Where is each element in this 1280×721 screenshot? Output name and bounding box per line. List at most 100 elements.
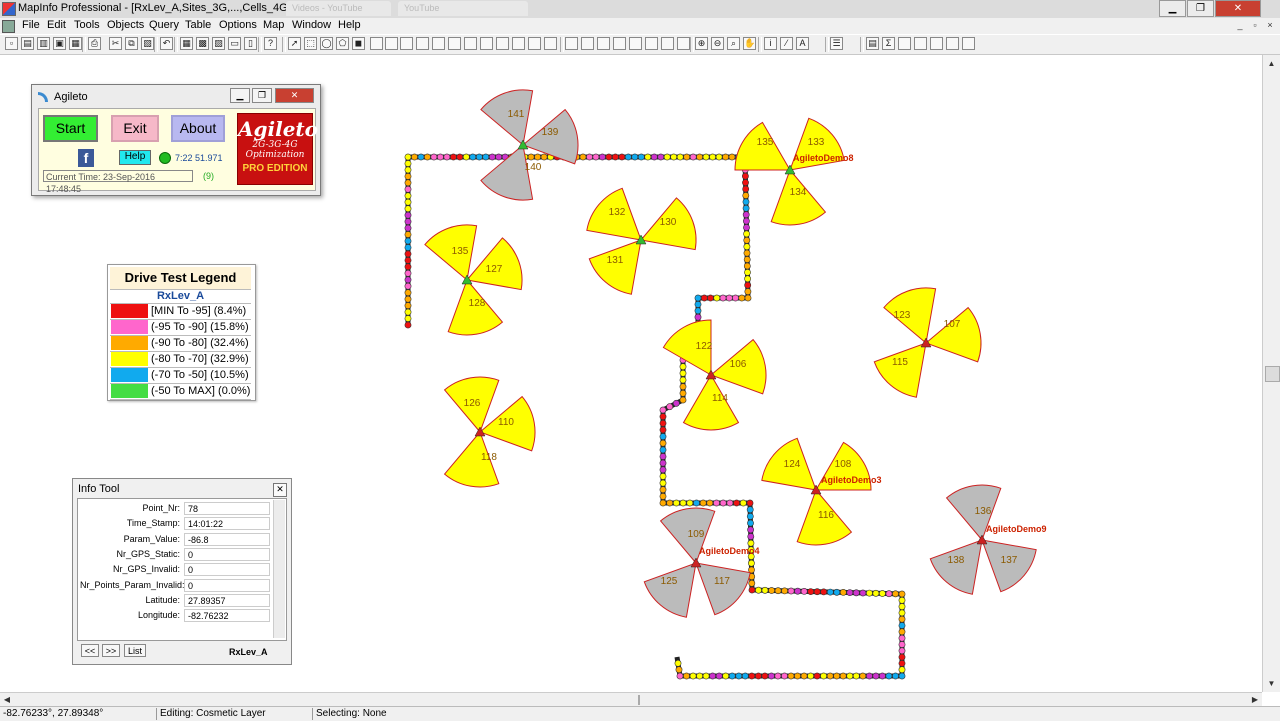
drive-test-point[interactable]: [679, 363, 687, 371]
drive-test-point[interactable]: [761, 672, 769, 680]
drive-test-point[interactable]: [404, 218, 412, 225]
drive-test-point[interactable]: [794, 587, 802, 595]
drive-test-point[interactable]: [612, 153, 619, 161]
drive-test-point[interactable]: [462, 153, 470, 161]
horizontal-scrollbar[interactable]: ◀ ▶: [0, 692, 1262, 707]
drive-test-point[interactable]: [659, 453, 667, 460]
drive-test-point[interactable]: [702, 153, 710, 161]
drive-test-point[interactable]: [898, 622, 906, 629]
tool-button-icon[interactable]: [962, 37, 975, 50]
tool-button-icon[interactable]: [448, 37, 461, 50]
drive-test-point[interactable]: [679, 396, 687, 404]
drive-test-point[interactable]: [404, 211, 412, 219]
drive-test-point[interactable]: [719, 294, 727, 302]
drive-test-point[interactable]: [679, 499, 687, 507]
drive-test-point[interactable]: [599, 153, 606, 161]
drive-test-point[interactable]: [586, 153, 593, 161]
info-field-value[interactable]: 27.89357: [184, 593, 270, 607]
vertical-scrollbar[interactable]: ▲ ▼: [1262, 55, 1280, 692]
tool-button-icon[interactable]: [528, 37, 541, 50]
drive-test-point[interactable]: [404, 237, 412, 245]
tool-button-icon[interactable]: [370, 37, 383, 50]
info-field-value[interactable]: 78: [184, 502, 270, 515]
drive-test-point[interactable]: [748, 672, 756, 680]
info-field-value[interactable]: -86.8: [184, 532, 270, 546]
drive-test-point[interactable]: [700, 294, 708, 302]
menu-table[interactable]: Table: [185, 19, 211, 31]
next-record-button[interactable]: >>: [102, 644, 120, 657]
drive-test-point[interactable]: [733, 499, 740, 507]
drive-test-point[interactable]: [659, 499, 667, 507]
tool-button-icon[interactable]: [946, 37, 959, 50]
drive-test-point[interactable]: [650, 153, 658, 161]
background-tab[interactable]: Videos - YouTube: [286, 1, 391, 16]
drive-test-legend[interactable]: Drive Test Legend RxLev_A [MIN To -95] (…: [107, 264, 256, 401]
drive-test-point[interactable]: [826, 672, 834, 680]
new-mapper-icon[interactable]: ▩: [196, 37, 209, 50]
menu-objects[interactable]: Objects: [107, 19, 144, 31]
drive-test-point[interactable]: [735, 672, 743, 680]
drive-test-point[interactable]: [768, 672, 775, 680]
drive-test-point[interactable]: [404, 282, 412, 290]
menu-window[interactable]: Window: [292, 19, 331, 31]
drive-test-point[interactable]: [404, 308, 412, 316]
drive-test-point[interactable]: [673, 499, 680, 507]
tool-button-icon[interactable]: [661, 37, 674, 50]
drive-test-point[interactable]: [659, 459, 667, 467]
open-icon[interactable]: ▤: [21, 37, 34, 50]
drive-test-point[interactable]: [675, 666, 683, 674]
drive-test-point[interactable]: [694, 294, 702, 302]
drive-test-point[interactable]: [820, 588, 828, 596]
drive-test-point[interactable]: [689, 153, 697, 161]
drive-test-point[interactable]: [898, 590, 906, 598]
drive-test-point[interactable]: [742, 211, 750, 219]
open-workspace-icon[interactable]: ▥: [37, 37, 50, 50]
label-icon[interactable]: A: [796, 37, 809, 50]
drive-test-point[interactable]: [689, 672, 697, 680]
drive-test-point[interactable]: [404, 263, 412, 271]
undo-icon[interactable]: ↶: [160, 37, 173, 50]
info-icon[interactable]: i: [764, 37, 777, 50]
drive-test-point[interactable]: [738, 294, 746, 302]
drive-test-point[interactable]: [794, 672, 801, 680]
tool-button-icon[interactable]: [930, 37, 943, 50]
drive-test-point[interactable]: [693, 499, 700, 507]
drive-test-point[interactable]: [666, 499, 674, 507]
paste-icon[interactable]: ▧: [141, 37, 154, 50]
drive-test-point[interactable]: [659, 433, 667, 440]
marquee-select-icon[interactable]: ⬚: [304, 37, 317, 50]
tool-button-icon[interactable]: [512, 37, 525, 50]
drive-test-point[interactable]: [605, 153, 613, 161]
background-tab[interactable]: YouTube: [398, 1, 528, 16]
drive-test-point[interactable]: [755, 672, 762, 680]
legend-icon[interactable]: ▤: [866, 37, 879, 50]
drive-test-point[interactable]: [696, 672, 703, 680]
drive-test-point[interactable]: [404, 295, 412, 303]
drive-test-point[interactable]: [768, 587, 775, 594]
drive-test-point[interactable]: [674, 659, 682, 667]
drive-test-point[interactable]: [746, 513, 754, 520]
drive-test-point[interactable]: [748, 579, 756, 587]
mdi-restore-icon[interactable]: ▫: [1249, 19, 1261, 31]
tool-button-icon[interactable]: [898, 37, 911, 50]
drive-test-point[interactable]: [443, 153, 451, 161]
drive-test-point[interactable]: [726, 499, 734, 507]
previous-record-button[interactable]: <<: [81, 644, 99, 657]
drive-test-point[interactable]: [417, 153, 425, 161]
drive-test-point[interactable]: [659, 446, 667, 454]
mdi-close-icon[interactable]: ×: [1264, 19, 1276, 31]
drive-test-point[interactable]: [713, 294, 721, 302]
drive-test-point[interactable]: [659, 479, 667, 487]
drive-test-point[interactable]: [659, 439, 667, 447]
drive-test-point[interactable]: [527, 153, 535, 161]
cut-icon[interactable]: ✂: [109, 37, 122, 50]
drive-test-point[interactable]: [742, 198, 750, 206]
drive-test-point[interactable]: [694, 307, 702, 315]
drive-test-point[interactable]: [725, 294, 733, 302]
facebook-icon[interactable]: f: [78, 149, 94, 167]
drive-test-point[interactable]: [404, 172, 412, 180]
help-pointer-icon[interactable]: ?: [264, 37, 277, 50]
drive-test-point[interactable]: [659, 426, 667, 434]
tool-button-icon[interactable]: [597, 37, 610, 50]
drive-test-point[interactable]: [743, 230, 750, 238]
